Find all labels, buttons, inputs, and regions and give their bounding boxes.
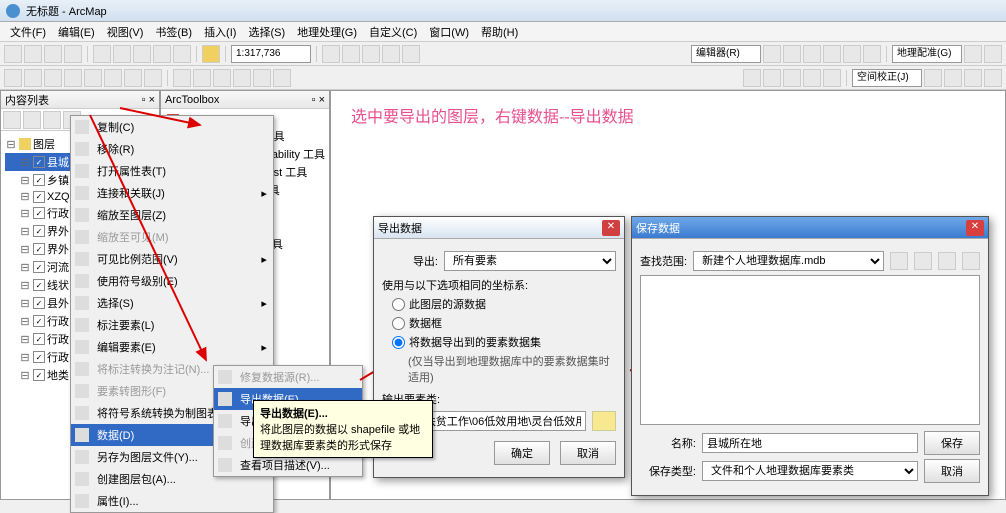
export-combo[interactable]: 所有要素 [444,251,616,271]
filetype-combo[interactable]: 文件和个人地理数据库要素类 [702,461,918,481]
radio-dataset[interactable]: 将数据导出到的要素数据集 [382,334,616,350]
menu-item[interactable]: 自定义(C) [363,22,423,42]
editor-toolbar-btn[interactable] [322,45,340,63]
menu-item[interactable]: 标注要素(L) [71,314,273,336]
menu-item[interactable]: 编辑(E) [52,22,101,42]
search-btn[interactable] [382,45,400,63]
full-extent-icon[interactable] [64,69,82,87]
menu-item[interactable]: 使用符号级别(E) [71,270,273,292]
select-icon[interactable] [173,69,191,87]
menu-item[interactable]: 窗口(W) [423,22,475,42]
cancel-button[interactable]: 取消 [924,459,980,483]
print-btn[interactable] [64,45,82,63]
cut-btn[interactable] [93,45,111,63]
menu-item[interactable]: 连接和关联(J)▸ [71,182,273,204]
menu-item[interactable]: 可见比例范围(V)▸ [71,248,273,270]
filename-input[interactable] [702,433,918,453]
toolbox-title: ArcToolbox [165,94,219,106]
add-data-btn[interactable] [202,45,220,63]
editor-combo[interactable]: 编辑器(R) [691,45,761,63]
redo-btn[interactable] [173,45,191,63]
menu-item[interactable]: 缩放至可见(M) [71,226,273,248]
dialog-title: 导出数据 [378,220,422,236]
toc-title: 内容列表 [5,92,49,108]
tools-toolbar: 空间校正(J) [0,66,1006,90]
panel-controls[interactable]: ▫ × [312,94,325,106]
menu-item[interactable]: 帮助(H) [475,22,524,42]
dialog-title: 保存数据 [636,220,680,236]
catalog-btn[interactable] [362,45,380,63]
menu-bar[interactable]: 文件(F)编辑(E)视图(V)书签(B)插入(I)选择(S)地理处理(G)自定义… [0,22,1006,42]
menu-item[interactable]: 打开属性表(T) [71,160,273,182]
save-button[interactable]: 保存 [924,431,980,455]
georef-combo[interactable]: 地理配准(G) [892,45,962,63]
menu-item[interactable]: 选择(S)▸ [71,292,273,314]
annotation-text: 选中要导出的图层，右键数据--导出数据 [351,103,634,127]
identify-icon[interactable] [193,69,211,87]
menu-item[interactable]: 编辑要素(E)▸ [71,336,273,358]
file-list[interactable] [640,275,980,425]
save-btn[interactable] [44,45,62,63]
standard-toolbar: 1:317,736 编辑器(R) 地理配准(G) [0,42,1006,66]
close-icon[interactable]: ✕ [602,220,620,236]
pan-icon[interactable] [44,69,62,87]
python-btn[interactable] [402,45,420,63]
details-view-icon[interactable] [962,252,980,270]
title-bar: 无标题 - ArcMap [0,0,1006,22]
ok-button[interactable]: 确定 [494,441,550,465]
list-view-icon[interactable] [938,252,956,270]
app-icon [6,4,20,18]
save-data-dialog[interactable]: 保存数据✕ 查找范围: 新建个人地理数据库.mdb 名称: 保存 保存类型: 文… [631,216,989,496]
menu-item[interactable]: 文件(F) [4,22,52,42]
home-icon[interactable] [914,252,932,270]
close-icon[interactable]: ✕ [966,220,984,236]
open-btn[interactable] [24,45,42,63]
menu-item[interactable]: 修复数据源(R)... [214,366,362,388]
up-folder-icon[interactable] [890,252,908,270]
window-title: 无标题 - ArcMap [26,3,107,19]
export-tooltip: 导出数据(E)... 将此图层的数据以 shapefile 或地理数据库要素类的… [253,400,433,458]
zoom-in-icon[interactable] [4,69,22,87]
lookin-combo[interactable]: 新建个人地理数据库.mdb [693,251,884,271]
copy-btn[interactable] [113,45,131,63]
menu-item[interactable]: 书签(B) [149,22,198,42]
measure-icon[interactable] [253,69,271,87]
menu-item[interactable]: 插入(I) [198,22,242,42]
menu-item[interactable]: 移除(R) [71,138,273,160]
new-btn[interactable] [4,45,22,63]
panel-controls[interactable]: ▫ × [142,94,155,106]
cancel-button[interactable]: 取消 [560,441,616,465]
radio-dataframe[interactable]: 数据框 [382,315,616,331]
toolbox-btn[interactable] [342,45,360,63]
spatial-adj-combo[interactable]: 空间校正(J) [852,69,922,87]
paste-btn[interactable] [133,45,151,63]
scale-combo[interactable]: 1:317,736 [231,45,311,63]
undo-btn[interactable] [153,45,171,63]
menu-item[interactable]: 复制(C) [71,116,273,138]
radio-source[interactable]: 此图层的源数据 [382,296,616,312]
menu-item[interactable]: 选择(S) [242,22,291,42]
menu-item[interactable]: 视图(V) [101,22,150,42]
menu-item[interactable]: 缩放至图层(Z) [71,204,273,226]
zoom-out-icon[interactable] [24,69,42,87]
menu-item[interactable]: 属性(I)... [71,490,273,512]
find-icon[interactable] [273,69,291,87]
menu-item[interactable]: 地理处理(G) [291,22,363,42]
browse-folder-icon[interactable] [592,411,616,431]
